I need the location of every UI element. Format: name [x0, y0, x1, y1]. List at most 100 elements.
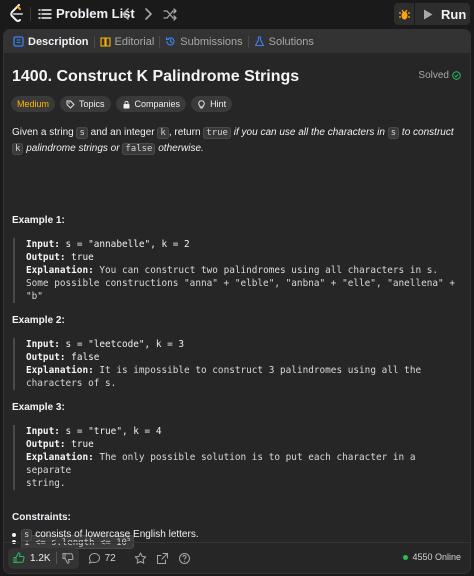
- favorite-button[interactable]: [134, 552, 147, 565]
- share-button[interactable]: [156, 552, 169, 565]
- input-value: s = "leetcode", k = 3: [65, 339, 185, 350]
- shuffle-icon[interactable]: [162, 5, 178, 23]
- output-value: true: [71, 439, 94, 450]
- problem-title[interactable]: 1400. Construct K Palindrome Strings: [12, 68, 299, 86]
- top-nav: Problem List Run: [0, 0, 474, 28]
- inline-code: k: [157, 127, 169, 139]
- inline-code: s: [387, 127, 400, 139]
- output-label: Output:: [26, 352, 66, 363]
- explanation-line: You can construct two palindromes using …: [99, 265, 439, 276]
- example-title: Example 2:: [12, 315, 65, 326]
- history-icon: [166, 36, 175, 46]
- thumbs-down-icon[interactable]: [62, 552, 74, 564]
- divider: [55, 552, 57, 564]
- explanation-line: string.: [26, 478, 66, 489]
- explanation-line: characters of s.: [26, 378, 117, 389]
- output-label: Output:: [26, 252, 66, 263]
- flask-icon: [254, 36, 264, 47]
- help-button[interactable]: [178, 552, 191, 565]
- thumbs-up-icon[interactable]: [13, 552, 25, 564]
- output-value: true: [71, 252, 94, 263]
- desc-text: , return: [168, 127, 204, 138]
- debug-button[interactable]: [394, 3, 414, 25]
- desc-text: otherwise.: [155, 143, 204, 154]
- list-icon[interactable]: [38, 7, 52, 21]
- tab-solutions[interactable]: Solutions: [249, 30, 319, 53]
- explanation-label: Explanation:: [26, 452, 94, 463]
- tab-label: Description: [28, 35, 89, 48]
- comments-button[interactable]: 72: [88, 552, 116, 565]
- likes-count: 1.2K: [30, 552, 51, 564]
- example-title: Example 3:: [12, 402, 65, 413]
- bug-icon: [398, 9, 410, 19]
- hint-tag[interactable]: Hint: [191, 96, 233, 112]
- difficulty-badge: Medium: [11, 96, 56, 112]
- inline-code: s: [76, 127, 88, 139]
- inline-code: k: [12, 143, 24, 155]
- tab-label: Submissions: [180, 35, 243, 48]
- tag-icon: [66, 100, 75, 109]
- bullet: [12, 532, 16, 537]
- play-icon: [424, 9, 433, 19]
- example-title: Example 1:: [12, 215, 65, 226]
- example-block: Input: s = "annabelle", k = 2 Output: tr…: [13, 238, 463, 303]
- explanation-label: Explanation:: [26, 265, 94, 276]
- output-value: false: [71, 352, 100, 363]
- lock-icon: [123, 100, 130, 108]
- inline-code: true: [203, 127, 231, 139]
- example-block: Input: s = "leetcode", k = 3 Output: fal…: [13, 338, 463, 390]
- input-label: Input:: [26, 339, 60, 350]
- problem-description: Given a string s and an integer k, retur…: [12, 125, 462, 157]
- companies-label: Companies: [134, 99, 181, 109]
- problem-tags: Medium Topics Companies Hint: [11, 96, 233, 112]
- solved-label: Solved: [418, 70, 449, 81]
- desc-text: Given a string: [12, 127, 77, 138]
- desc-text: and an integer: [87, 127, 158, 138]
- question-circle-icon: [178, 552, 190, 564]
- input-label: Input:: [26, 239, 60, 250]
- output-label: Output:: [26, 439, 66, 450]
- tab-bar: Description Editorial Submissions Soluti…: [4, 30, 470, 53]
- tab-editorial[interactable]: Editorial: [95, 30, 160, 53]
- bottom-bar: 1.2K 72 4550 Online: [4, 542, 470, 573]
- example-block: Input: s = "true", k = 4 Output: true Ex…: [13, 425, 463, 490]
- hint-label: Hint: [210, 99, 227, 109]
- run-label: Run: [441, 6, 467, 22]
- difficulty-label: Medium: [17, 99, 50, 109]
- inline-code: false: [122, 143, 156, 155]
- star-icon: [134, 552, 147, 564]
- online-dot-icon: [403, 554, 409, 560]
- check-circle-icon: [452, 71, 461, 80]
- tab-submissions[interactable]: Submissions: [160, 30, 247, 53]
- chevron-right-icon[interactable]: [140, 5, 156, 23]
- solved-status: Solved: [418, 70, 461, 81]
- desc-text: palindrome strings or: [23, 143, 123, 154]
- explanation-line: "b": [26, 291, 43, 302]
- leetcode-logo-icon[interactable]: [8, 4, 26, 24]
- description-panel: Description Editorial Submissions Soluti…: [3, 29, 471, 574]
- explanation-line: Some possible constructions "anna" + "el…: [26, 278, 455, 289]
- description-icon: [13, 36, 24, 47]
- tab-label: Solutions: [268, 35, 314, 48]
- problem-content: 1400. Construct K Palindrome Strings Sol…: [4, 53, 470, 549]
- constraint-item: s consists of lowercase English letters.: [12, 529, 199, 541]
- lightbulb-icon: [198, 99, 205, 108]
- book-icon: [99, 37, 111, 47]
- inline-code: s: [21, 529, 33, 541]
- topics-tag[interactable]: Topics: [60, 96, 111, 112]
- desc-text: to construct: [399, 127, 454, 138]
- tab-label: Editorial: [114, 35, 155, 48]
- input-value: s = "true", k = 4: [65, 426, 162, 437]
- constraint-text: consists of lowercase English letters.: [32, 529, 199, 540]
- run-button[interactable]: Run: [415, 3, 470, 25]
- constraints-title: Constraints:: [12, 512, 71, 523]
- online-count: 4550 Online: [412, 552, 461, 562]
- chevron-left-icon[interactable]: [118, 5, 134, 23]
- like-dislike-group: 1.2K: [8, 547, 79, 569]
- comment-icon: [88, 552, 100, 564]
- tab-description[interactable]: Description: [8, 30, 94, 53]
- topics-label: Topics: [79, 99, 105, 109]
- external-link-icon: [156, 552, 168, 564]
- companies-tag[interactable]: Companies: [115, 96, 187, 112]
- input-label: Input:: [26, 426, 60, 437]
